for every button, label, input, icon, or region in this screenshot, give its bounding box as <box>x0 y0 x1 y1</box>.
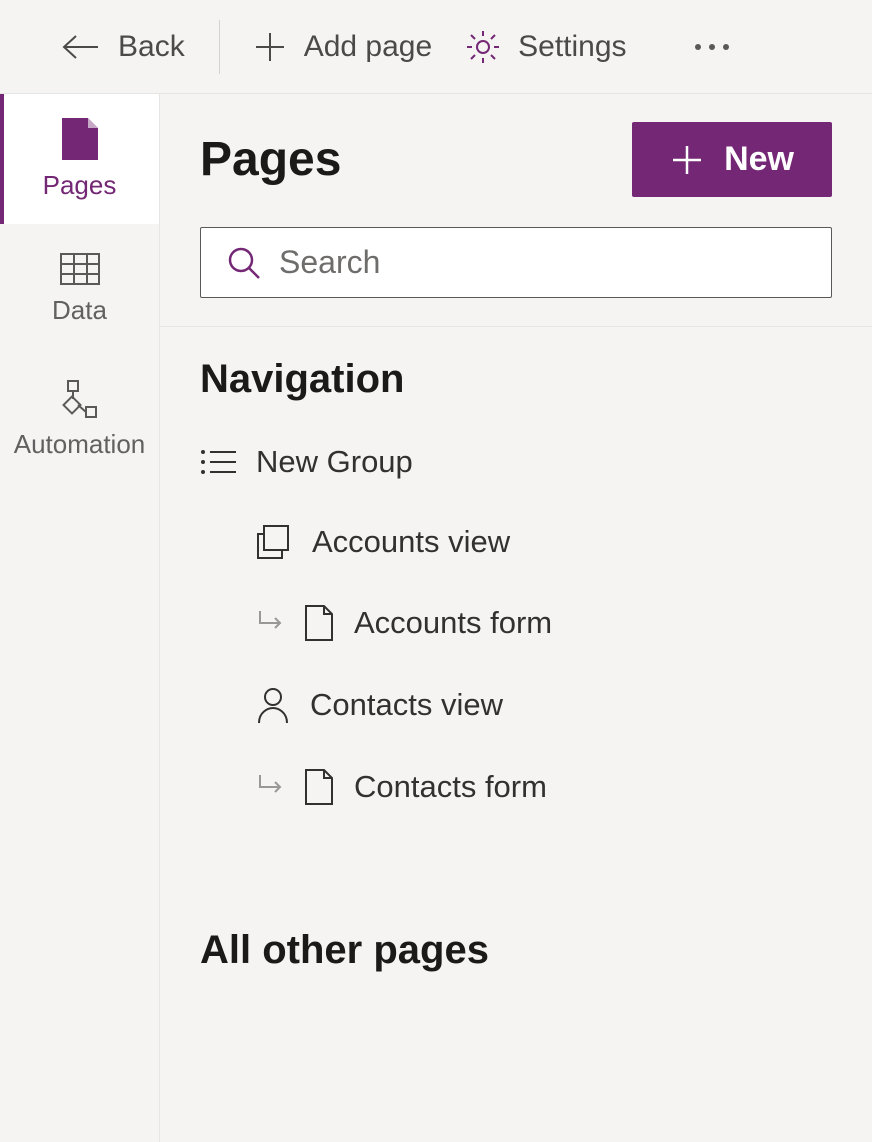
document-icon <box>304 768 334 806</box>
rail-tab-label: Pages <box>43 170 117 201</box>
tree-item-contacts-form[interactable]: Contacts form <box>200 746 832 828</box>
top-toolbar: Back Add page Settings <box>0 0 872 94</box>
back-button[interactable]: Back <box>56 26 191 68</box>
document-icon <box>304 604 334 642</box>
search-box[interactable] <box>200 227 832 298</box>
navigation-tree: New Group Accounts view <box>160 412 872 838</box>
list-icon <box>200 448 236 476</box>
tree-item-accounts-view[interactable]: Accounts view <box>200 502 832 582</box>
branch-icon <box>256 605 284 641</box>
tree-item-label: Contacts form <box>354 769 547 805</box>
add-page-button[interactable]: Add page <box>248 26 438 68</box>
tree-group[interactable]: New Group <box>200 422 832 502</box>
rail-tab-pages[interactable]: Pages <box>0 94 159 224</box>
left-rail: Pages Data Autom <box>0 94 160 1142</box>
stack-icon <box>256 524 292 560</box>
rail-tab-label: Data <box>52 295 107 326</box>
tree-item-contacts-view[interactable]: Contacts view <box>200 664 832 746</box>
arrow-left-icon <box>62 34 100 60</box>
navigation-heading: Navigation <box>200 357 832 402</box>
more-button[interactable] <box>695 44 729 50</box>
new-button-label: New <box>724 140 794 179</box>
rail-tab-data[interactable]: Data <box>0 224 159 354</box>
group-label: New Group <box>256 444 413 480</box>
branch-icon <box>256 769 284 805</box>
add-page-label: Add page <box>304 30 432 64</box>
new-button[interactable]: New <box>632 122 832 197</box>
page-title: Pages <box>200 132 341 187</box>
search-input[interactable] <box>279 244 805 281</box>
tree-item-label: Contacts view <box>310 687 503 723</box>
page-icon <box>62 118 98 160</box>
tree-item-accounts-form[interactable]: Accounts form <box>200 582 832 664</box>
settings-button[interactable]: Settings <box>460 26 632 68</box>
person-icon <box>256 686 290 724</box>
rail-tab-label: Automation <box>14 429 146 460</box>
toolbar-divider <box>219 20 220 74</box>
tree-item-label: Accounts form <box>354 605 552 641</box>
other-pages-heading: All other pages <box>200 928 832 973</box>
pages-panel: Pages New <box>160 94 872 1142</box>
flow-icon <box>60 379 100 419</box>
gear-icon <box>466 30 500 64</box>
plus-icon <box>254 31 286 63</box>
search-icon <box>227 246 261 280</box>
plus-icon <box>670 143 704 177</box>
back-label: Back <box>118 30 185 64</box>
rail-tab-automation[interactable]: Automation <box>0 354 159 484</box>
tree-item-label: Accounts view <box>312 524 510 560</box>
table-icon <box>60 253 100 285</box>
settings-label: Settings <box>518 30 626 64</box>
